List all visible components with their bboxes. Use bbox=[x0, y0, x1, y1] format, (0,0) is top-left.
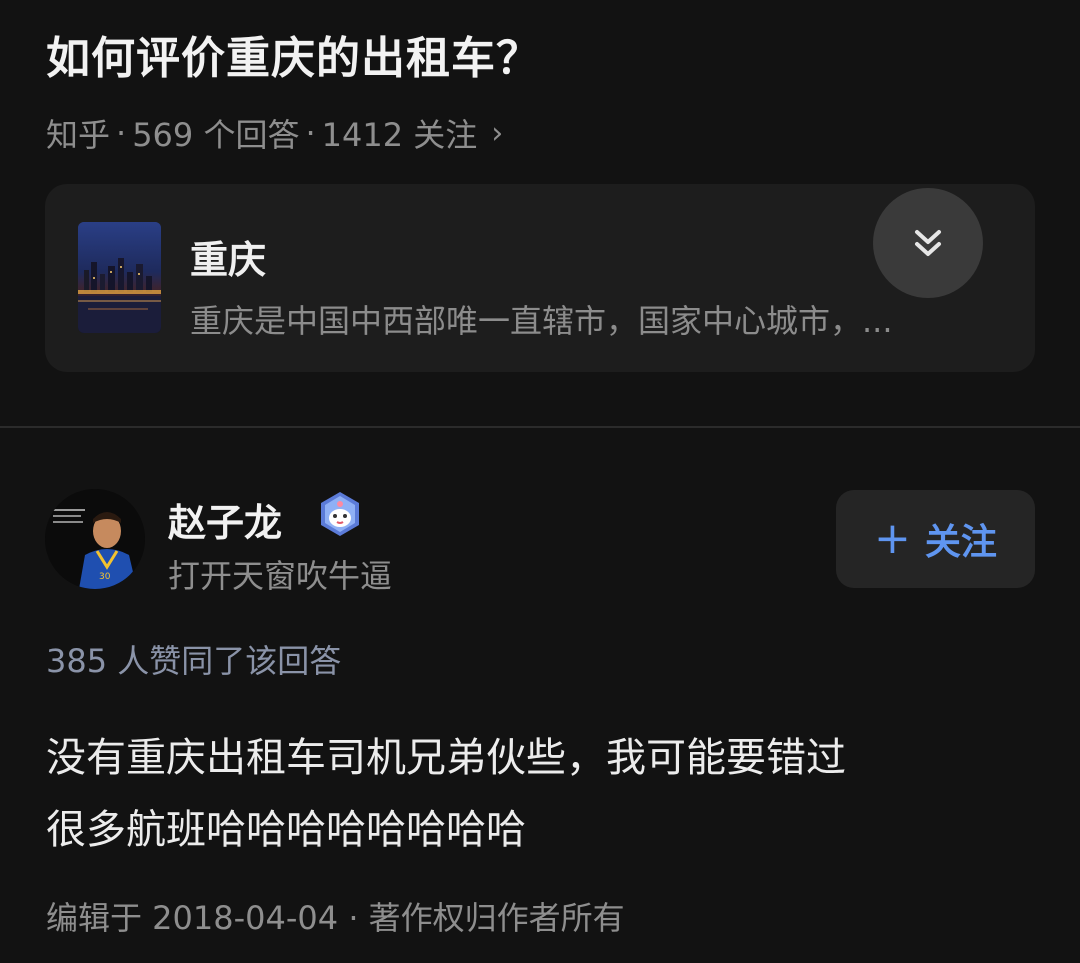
topic-name: 重庆 bbox=[190, 238, 267, 282]
upvote-count[interactable]: 385 人赞同了该回答 bbox=[46, 636, 341, 682]
author-bio: 打开天窗吹牛逼 bbox=[168, 557, 393, 595]
meta-separator: · bbox=[116, 114, 127, 152]
question-title: 如何评价重庆的出租车？ bbox=[46, 33, 541, 84]
double-chevron-down-icon bbox=[915, 230, 941, 256]
answer-line: 很多航班哈哈哈哈哈哈哈哈 bbox=[46, 807, 526, 853]
answer-footer: 编辑于 2018-04-04 · 著作权归作者所有 bbox=[46, 899, 625, 937]
question-meta[interactable]: 知乎 · 569 个回答 · 1412 关注 › bbox=[46, 110, 503, 156]
meta-separator: · bbox=[305, 114, 316, 152]
plus-icon: + bbox=[874, 513, 911, 564]
answer-count: 569 个回答 bbox=[132, 116, 300, 154]
expand-button[interactable] bbox=[873, 188, 983, 298]
city-thumbnail-image bbox=[78, 222, 161, 333]
section-divider bbox=[0, 426, 1080, 428]
topic-card[interactable]: 重庆 重庆是中国中西部唯一直辖市，国家中心城市，... bbox=[45, 184, 1035, 372]
chevron-right-icon: › bbox=[491, 115, 504, 151]
svg-text:30: 30 bbox=[99, 572, 111, 582]
source-label: 知乎 bbox=[46, 116, 111, 154]
answer-content[interactable]: 没有重庆出租车司机兄弟伙些，我可能要错过 很多航班哈哈哈哈哈哈哈哈 bbox=[46, 722, 1036, 866]
author-name[interactable]: 赵子龙 bbox=[168, 492, 282, 547]
creator-badge-icon bbox=[316, 490, 364, 538]
follower-count: 1412 关注 bbox=[321, 116, 478, 154]
follow-label: 关注 bbox=[924, 522, 997, 563]
avatar[interactable]: 30 bbox=[45, 489, 145, 589]
follow-button[interactable]: + 关注 bbox=[836, 490, 1035, 588]
topic-description: 重庆是中国中西部唯一直辖市，国家中心城市，... bbox=[190, 302, 893, 340]
answer-line: 没有重庆出租车司机兄弟伙些，我可能要错过 bbox=[46, 735, 846, 781]
